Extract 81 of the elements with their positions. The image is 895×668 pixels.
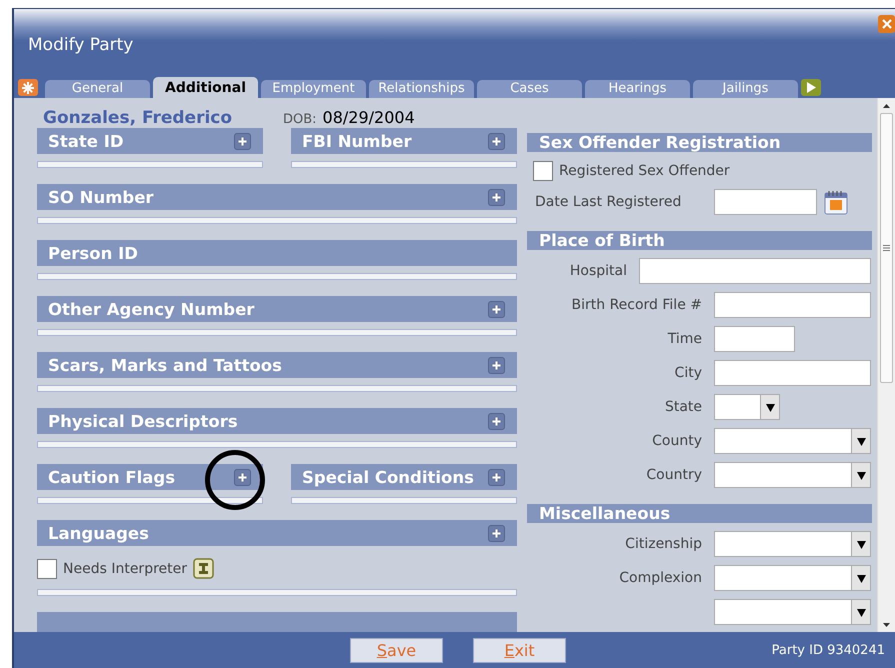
field-label: County bbox=[651, 433, 702, 449]
add-button[interactable] bbox=[488, 412, 505, 430]
plus-icon bbox=[492, 136, 501, 146]
calendar-icon[interactable] bbox=[823, 189, 849, 215]
dob-label: DOB: bbox=[283, 112, 317, 127]
up-arrow-icon bbox=[883, 104, 890, 108]
field-label: Citizenship bbox=[624, 536, 702, 552]
add-button[interactable] bbox=[488, 132, 505, 150]
dob-value: 08/29/2004 bbox=[322, 108, 415, 127]
plus-icon bbox=[492, 416, 501, 426]
i-beam-icon[interactable] bbox=[193, 558, 214, 579]
section-title: SO Number bbox=[48, 188, 154, 206]
text-field[interactable] bbox=[714, 292, 871, 318]
text-field[interactable] bbox=[639, 258, 871, 284]
plus-icon bbox=[492, 304, 501, 314]
add-button[interactable] bbox=[488, 188, 505, 206]
tab[interactable]: Employment bbox=[261, 80, 366, 98]
field-label: Country bbox=[645, 467, 702, 483]
dropdown[interactable] bbox=[714, 394, 780, 420]
field-label: State bbox=[664, 399, 702, 415]
plus-icon bbox=[492, 472, 501, 482]
field-label: City bbox=[674, 365, 702, 381]
window-title: Modify Party bbox=[28, 35, 134, 55]
play-icon[interactable] bbox=[801, 79, 821, 96]
add-button[interactable] bbox=[488, 300, 505, 318]
section-title: Sex Offender Registration bbox=[539, 133, 781, 152]
plus-icon bbox=[238, 136, 247, 146]
checkbox[interactable] bbox=[37, 558, 57, 578]
dropdown-arrow-icon bbox=[856, 574, 866, 582]
field-label: Time bbox=[666, 331, 702, 347]
plus-icon bbox=[492, 360, 501, 370]
section-title: Other Agency Number bbox=[48, 300, 254, 318]
text-field[interactable] bbox=[714, 326, 795, 352]
section-title: State ID bbox=[48, 132, 124, 150]
section-title: Physical Descriptors bbox=[48, 412, 238, 430]
add-button[interactable] bbox=[234, 132, 251, 150]
field-label: Birth Record File # bbox=[570, 297, 702, 313]
add-button[interactable] bbox=[488, 524, 505, 542]
grip-icon bbox=[883, 245, 890, 251]
field-label: Date Last Registered bbox=[534, 194, 682, 210]
down-arrow-icon bbox=[883, 622, 890, 626]
section-title: Place of Birth bbox=[539, 231, 665, 250]
plus-icon bbox=[492, 528, 501, 538]
date-field[interactable] bbox=[714, 189, 817, 215]
checkbox[interactable] bbox=[533, 161, 553, 181]
field-label: Complexion bbox=[618, 570, 702, 586]
section-title: Scars, Marks and Tattoos bbox=[48, 356, 282, 374]
plus-icon bbox=[492, 192, 501, 202]
section-title: Miscellaneous bbox=[539, 504, 670, 523]
footer-button[interactable]: Save bbox=[350, 638, 443, 662]
checkbox-label: Registered Sex Offender bbox=[559, 163, 730, 179]
dropdown-arrow-icon bbox=[766, 402, 774, 412]
dropdown-arrow-icon bbox=[856, 470, 866, 480]
scrollbar-thumb[interactable] bbox=[880, 113, 893, 383]
close-icon[interactable] bbox=[878, 15, 895, 33]
text-field[interactable] bbox=[714, 360, 871, 386]
section-title: Special Conditions bbox=[302, 468, 474, 486]
field-label: Hospital bbox=[568, 263, 627, 279]
highlight-circle bbox=[205, 450, 265, 510]
section-title: Languages bbox=[48, 524, 149, 542]
tab[interactable]: Relationships bbox=[369, 80, 474, 98]
person-name: Gonzales, Frederico bbox=[43, 108, 234, 128]
checkbox-label: Needs Interpreter bbox=[63, 560, 187, 576]
tab[interactable]: Hearings bbox=[585, 80, 690, 98]
tab[interactable]: Additional bbox=[153, 77, 258, 98]
dropdown-arrow-icon bbox=[856, 436, 866, 446]
party-id: Party ID 9340241 bbox=[772, 642, 885, 658]
dropdown-arrow-icon bbox=[856, 608, 866, 616]
dropdown-arrow-icon bbox=[856, 540, 866, 548]
tab[interactable]: General bbox=[45, 80, 150, 98]
tab[interactable]: Cases bbox=[477, 80, 582, 98]
asterisk-icon[interactable] bbox=[18, 79, 38, 96]
section-title: Person ID bbox=[48, 244, 138, 262]
plus-icon bbox=[238, 472, 247, 482]
add-button[interactable] bbox=[234, 468, 251, 486]
add-button[interactable] bbox=[488, 356, 505, 374]
section-title: FBI Number bbox=[302, 132, 412, 150]
add-button[interactable] bbox=[488, 468, 505, 486]
section-title: Caution Flags bbox=[48, 468, 176, 486]
footer-button[interactable]: Exit bbox=[473, 638, 566, 662]
tab[interactable]: Jailings bbox=[693, 80, 798, 98]
